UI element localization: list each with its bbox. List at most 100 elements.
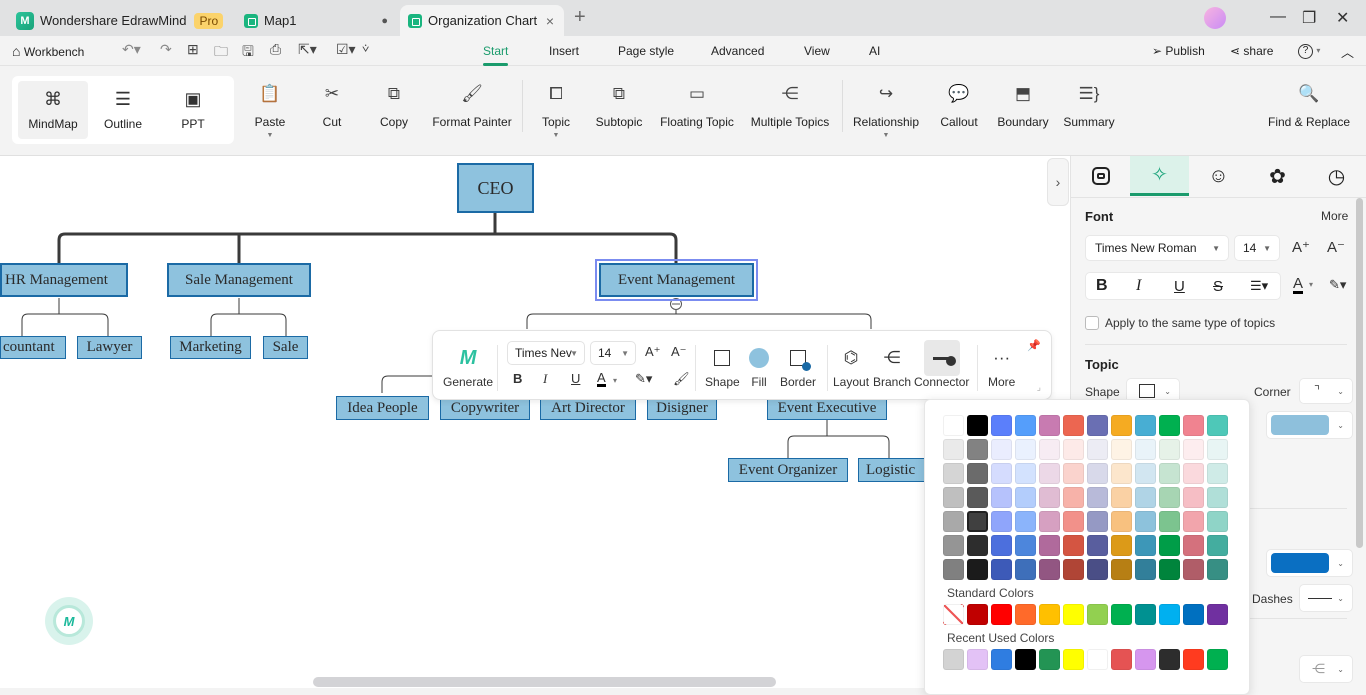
color-swatch[interactable] <box>1183 487 1204 508</box>
color-swatch[interactable] <box>943 439 964 460</box>
format-painter-icon[interactable]: 🖌 <box>673 371 690 387</box>
color-swatch[interactable] <box>1039 463 1060 484</box>
standard-color-swatch[interactable] <box>1015 604 1036 625</box>
standard-color-swatch[interactable] <box>1111 604 1132 625</box>
color-swatch[interactable] <box>1183 559 1204 580</box>
color-swatch[interactable] <box>1135 559 1156 580</box>
ai-assistant-button[interactable]: M <box>45 597 93 645</box>
color-swatch[interactable] <box>1015 559 1036 580</box>
standard-color-swatch[interactable] <box>1183 604 1204 625</box>
relationship-button[interactable]: ↪ Relationship ▼ <box>853 84 919 139</box>
topic-button[interactable]: ⧠ Topic ▼ <box>541 84 571 139</box>
color-swatch[interactable] <box>1087 487 1108 508</box>
strikethrough-button[interactable]: S <box>1213 278 1223 295</box>
color-swatch[interactable] <box>1159 463 1180 484</box>
font-more-link[interactable]: More <box>1321 209 1348 223</box>
menu-start[interactable]: Start <box>483 44 509 66</box>
color-swatch[interactable] <box>1015 439 1036 460</box>
color-swatch[interactable] <box>1183 463 1204 484</box>
color-swatch[interactable] <box>1039 535 1060 556</box>
color-swatch[interactable] <box>1207 415 1228 436</box>
color-swatch[interactable] <box>1183 511 1204 532</box>
recent-color-swatch[interactable] <box>1063 649 1084 670</box>
undo-icon[interactable]: ↶▾ <box>122 41 141 58</box>
node-hr-management[interactable]: HR Management <box>0 263 128 297</box>
tab-map1[interactable]: Map1 ● <box>244 5 394 36</box>
color-swatch[interactable] <box>967 535 988 556</box>
more-quick-icon[interactable]: ⩒ <box>362 41 369 56</box>
paste-button[interactable]: 📋 Paste ▼ <box>255 84 286 139</box>
standard-color-swatch[interactable] <box>1135 604 1156 625</box>
color-swatch[interactable] <box>1135 439 1156 460</box>
menu-advanced[interactable]: Advanced <box>711 44 764 58</box>
node-logistic[interactable]: Logistic <box>858 458 928 482</box>
menu-view[interactable]: View <box>804 44 830 58</box>
node-sale[interactable]: Sale <box>263 336 308 359</box>
color-swatch[interactable] <box>1135 511 1156 532</box>
color-swatch[interactable] <box>1063 415 1084 436</box>
color-swatch[interactable] <box>1111 559 1132 580</box>
color-swatch[interactable] <box>991 463 1012 484</box>
color-swatch[interactable] <box>1159 535 1180 556</box>
color-swatch[interactable] <box>1039 439 1060 460</box>
pin-icon[interactable]: 📌 <box>1027 339 1041 352</box>
subtopic-button[interactable]: ⧉ Subtopic <box>596 84 643 129</box>
color-swatch[interactable] <box>1063 559 1084 580</box>
vertical-scrollbar[interactable] <box>1356 198 1363 548</box>
restore-button[interactable]: ❐ <box>1302 8 1316 28</box>
increase-font-icon[interactable]: A⁺ <box>1292 238 1310 256</box>
recent-color-swatch[interactable] <box>1039 649 1060 670</box>
user-avatar[interactable] <box>1204 7 1226 29</box>
workbench-button[interactable]: ⌂ Workbench <box>12 43 84 59</box>
menu-ai[interactable]: AI <box>869 44 880 58</box>
recent-color-swatch[interactable] <box>1159 649 1180 670</box>
color-swatch[interactable] <box>1207 511 1228 532</box>
summary-button[interactable]: ☰} Summary <box>1063 84 1114 129</box>
new-tab-button[interactable]: + <box>574 6 586 29</box>
open-folder-icon[interactable]: 🗀 <box>214 41 228 65</box>
color-swatch[interactable] <box>1135 535 1156 556</box>
close-window-button[interactable]: ✕ <box>1336 8 1349 28</box>
italic-button[interactable]: I <box>543 371 547 387</box>
recent-color-swatch[interactable] <box>991 649 1012 670</box>
export-icon[interactable]: ⇱▾ <box>298 41 317 58</box>
view-mindmap-button[interactable]: ⌘ MindMap <box>18 81 88 139</box>
color-swatch[interactable] <box>1111 463 1132 484</box>
color-swatch[interactable] <box>1207 535 1228 556</box>
app-home-tab[interactable]: M Wondershare EdrawMind Pro <box>16 5 224 36</box>
color-swatch[interactable] <box>1015 487 1036 508</box>
redo-icon[interactable]: ↷ <box>160 41 172 58</box>
color-swatch[interactable] <box>1039 415 1060 436</box>
apply-same-checkbox[interactable] <box>1085 316 1099 330</box>
align-icon[interactable]: ☰▾ <box>1250 278 1268 294</box>
color-swatch[interactable] <box>967 463 988 484</box>
color-swatch[interactable] <box>991 511 1012 532</box>
tab-organization-chart[interactable]: Organization Chart × <box>400 5 564 36</box>
font-size-select[interactable]: 14 ▼ <box>1234 235 1280 261</box>
dropdown-caret-icon[interactable]: ▾ <box>613 376 617 385</box>
connector-button[interactable]: Connector <box>914 345 969 389</box>
standard-color-swatch[interactable] <box>1087 604 1108 625</box>
color-swatch[interactable] <box>991 487 1012 508</box>
tab-icons[interactable]: ☺ <box>1189 156 1248 196</box>
save-icon[interactable]: 🖫 <box>242 41 254 65</box>
font-color-button[interactable]: A <box>1293 276 1304 294</box>
format-painter-button[interactable]: 🖌 Format Painter <box>432 84 511 129</box>
new-file-icon[interactable]: ⊞ <box>187 41 199 58</box>
color-swatch[interactable] <box>943 415 964 436</box>
color-swatch[interactable] <box>943 487 964 508</box>
find-replace-button[interactable]: 🔍 Find & Replace <box>1268 84 1350 129</box>
color-swatch[interactable] <box>1087 439 1108 460</box>
font-family-select[interactable]: Times New Roman ▼ <box>1085 235 1229 261</box>
multiple-topics-button[interactable]: ⋲ Multiple Topics <box>751 84 829 129</box>
color-swatch[interactable] <box>967 487 988 508</box>
node-lawyer[interactable]: Lawyer <box>77 336 142 359</box>
color-swatch[interactable] <box>1111 439 1132 460</box>
color-swatch[interactable] <box>943 535 964 556</box>
color-swatch[interactable] <box>1039 511 1060 532</box>
more-button[interactable]: ··· More <box>988 345 1015 389</box>
color-swatch[interactable] <box>1183 439 1204 460</box>
minimize-button[interactable]: — <box>1270 8 1286 26</box>
color-swatch[interactable] <box>1039 559 1060 580</box>
color-swatch[interactable] <box>1015 535 1036 556</box>
